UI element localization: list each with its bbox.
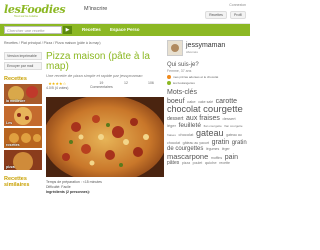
keyword-tag[interactable]: gateau	[196, 128, 224, 138]
about-line-2-text: les boulangeries	[173, 81, 195, 85]
nav-item-recettes[interactable]: Recettes	[82, 27, 101, 32]
keyword-tag[interactable]: fraises	[167, 133, 176, 137]
breadcrumb[interactable]: Recettes / Plat principal / Pizza / Pizz…	[4, 41, 101, 45]
author-subscribers: Abonnés	[186, 50, 198, 54]
views-block: 12	[124, 81, 128, 85]
recipe-main: Pizza maison (pâte à la map) Une recette…	[46, 52, 164, 195]
keyword-tag[interactable]: poulet	[193, 161, 203, 165]
profile-button[interactable]: Profil	[230, 11, 246, 19]
keyword-tag[interactable]: gratin	[212, 139, 230, 146]
keyword-tag[interactable]: recette	[219, 161, 230, 165]
author-name[interactable]: jessymaman	[186, 42, 225, 49]
recipe-title: Pizza maison (pâte à la map)	[46, 51, 150, 72]
site-logo[interactable]: lesFoodies Tout sur la cuisine	[4, 3, 66, 19]
about-heading: Qui suis-je?	[167, 62, 199, 68]
recipe-thumb-3[interactable]: rosettes	[4, 128, 42, 148]
likes-block[interactable]: 106	[148, 81, 154, 85]
logo-tagline: Tout sur la cuisine	[14, 14, 39, 18]
keywords-heading: Mots-clés	[167, 89, 197, 96]
keyword-tag[interactable]: flan courgette	[204, 124, 222, 128]
left-sidebar: Version imprimable Envoyer par mail Rece…	[4, 52, 42, 190]
keyword-tag[interactable]: quiche	[205, 160, 217, 165]
about-line-2: les boulangeries	[167, 81, 247, 85]
keyword-tag[interactable]: pizza	[182, 161, 190, 165]
keyword-tag[interactable]: légumes	[206, 147, 219, 151]
author-box[interactable]: jessymaman Abonnés	[167, 38, 247, 58]
rating-text: 4.0/5 (4 votes)	[46, 86, 69, 90]
about-line-1: mes pizzas adorées et le chocolat	[167, 75, 247, 79]
keyword-tag[interactable]: chocolat	[167, 141, 180, 145]
account-area: Connexion Recettes Profil	[166, 3, 246, 21]
keyword-tag[interactable]: chocolat	[178, 132, 193, 137]
recipe-photo[interactable]	[46, 97, 164, 177]
likes-count: 106	[148, 81, 154, 85]
about-sub: Femme, 37 ans	[167, 69, 192, 73]
signup-link[interactable]: M'inscrire	[84, 6, 107, 12]
about-line-1-text: mes pizzas adorées et le chocolat	[173, 75, 219, 79]
top-header: lesFoodies Tout sur la cuisine M'inscrir…	[0, 0, 250, 24]
orange-dot-icon	[167, 75, 171, 79]
green-dot-icon	[167, 81, 171, 85]
search-input[interactable]: Chercher une recette	[4, 26, 62, 34]
comments-label: Commentaires	[90, 85, 113, 89]
recipes-button[interactable]: Recettes	[205, 11, 227, 19]
keyword-tag[interactable]: courgette	[203, 104, 243, 115]
login-link[interactable]: Connexion	[166, 3, 246, 7]
comments-block[interactable]: 19 Commentaires	[90, 81, 113, 89]
pizza-image	[46, 97, 164, 177]
recipe-thumb-1[interactable]: la meilleure	[4, 84, 42, 104]
thumb-caption-2: Les	[6, 121, 13, 125]
thumb-caption-4: pizza	[6, 165, 15, 169]
print-button[interactable]: Version imprimable	[4, 52, 42, 60]
thumb-caption-1: la meilleure	[6, 99, 26, 103]
recipe-thumb-4[interactable]: pizza	[4, 150, 42, 170]
keyword-tag[interactable]: flan courgette	[224, 124, 242, 128]
main-nav: Chercher une recette ▶ Recettes Espace P…	[0, 24, 250, 36]
right-sidebar: jessymaman Abonnés Qui suis-je? Femme, 3…	[167, 38, 247, 166]
keyword-tag[interactable]: gateau au	[226, 133, 242, 138]
recipe-subtitle: Une recette de pizza simple et rapide pa…	[46, 73, 143, 78]
keyword-tag[interactable]: muffins	[211, 156, 222, 160]
avatar[interactable]	[167, 40, 183, 56]
keyword-tag[interactable]: pâtes	[167, 160, 179, 166]
recipe-stats: ★★★★☆ 4.0/5 (4 votes) 19 Commentaires 12…	[46, 81, 164, 95]
rating-block[interactable]: ★★★★☆ 4.0/5 (4 votes)	[46, 81, 68, 90]
recipe-thumb-2[interactable]: Les	[4, 106, 42, 126]
ingredients-heading: Ingrédients (2 personnes):	[46, 190, 90, 194]
keyword-tag[interactable]: gâteau au yaourt	[183, 141, 209, 145]
recettes-heading: Recettes	[4, 76, 27, 82]
keyword-tag[interactable]: léger	[222, 147, 230, 151]
keyword-cloud: boeuf cake cake salé carotte chocolat co…	[167, 98, 247, 166]
similar-recipes-heading: Recettes similaires	[4, 176, 30, 188]
keyword-tag[interactable]: pain	[225, 154, 238, 161]
email-button[interactable]: Envoyer par mail	[4, 62, 42, 70]
search-button[interactable]: ▶	[63, 26, 72, 34]
keyword-tag[interactable]: chocolat	[167, 104, 201, 114]
thumb-caption-3: rosettes	[6, 143, 20, 147]
recipe-meta: Temps de préparation : <15 minutes Diffi…	[46, 180, 164, 195]
nav-item-espace-perso[interactable]: Espace Perso	[110, 27, 140, 32]
keyword-tag[interactable]: cake	[187, 99, 195, 104]
views-count: 12	[124, 81, 128, 85]
